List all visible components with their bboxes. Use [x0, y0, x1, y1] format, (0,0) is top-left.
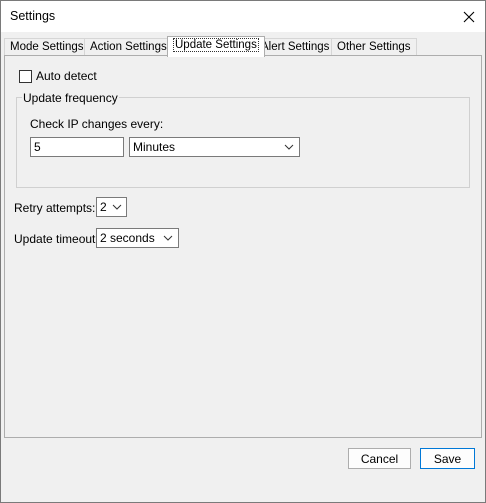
tab-label: Action Settings: [90, 41, 167, 53]
tab-label: Mode Settings: [10, 41, 84, 53]
update-timeout-value: 2 seconds: [100, 231, 155, 245]
close-icon: [463, 11, 475, 22]
footer-area: [1, 438, 485, 502]
auto-detect-checkbox-row[interactable]: Auto detect: [19, 69, 97, 83]
tab-mode-settings[interactable]: Mode Settings: [4, 38, 90, 56]
tab-other-settings[interactable]: Other Settings: [331, 38, 417, 56]
window-title: Settings: [10, 9, 56, 23]
update-timeout-select[interactable]: 2 seconds: [96, 228, 179, 248]
interval-unit-select[interactable]: Minutes: [129, 137, 300, 157]
tab-label: Update Settings: [173, 38, 259, 52]
interval-unit-text: Minutes: [133, 140, 176, 154]
retry-attempts-value: 2: [100, 200, 107, 214]
tab-update-settings[interactable]: Update Settings: [167, 36, 265, 57]
interval-value-text: 5: [34, 140, 41, 154]
close-button[interactable]: [453, 1, 485, 32]
tab-label: Alert Settings: [261, 41, 330, 53]
tab-label: Other Settings: [337, 41, 411, 53]
chevron-down-icon: [112, 204, 122, 210]
retry-attempts-label: Retry attempts:: [14, 201, 96, 215]
tab-alert-settings[interactable]: Alert Settings: [255, 38, 336, 56]
save-button[interactable]: Save: [420, 448, 475, 469]
title-bar: Settings: [1, 1, 485, 32]
auto-detect-checkbox[interactable]: [19, 69, 32, 83]
chevron-down-icon: [284, 144, 294, 150]
update-timeout-label: Update timeout:: [14, 232, 99, 246]
chevron-down-icon: [163, 235, 173, 241]
auto-detect-label: Auto detect: [36, 69, 97, 83]
check-ip-label: Check IP changes every:: [30, 117, 164, 131]
tab-action-settings[interactable]: Action Settings: [84, 38, 173, 56]
cancel-button[interactable]: Cancel: [348, 448, 411, 469]
retry-attempts-select[interactable]: 2: [96, 197, 127, 217]
update-frequency-title: Update frequency: [22, 91, 119, 105]
interval-value-input[interactable]: 5: [30, 137, 124, 157]
settings-window: Settings Mode Settings Action Settings U…: [0, 0, 486, 503]
